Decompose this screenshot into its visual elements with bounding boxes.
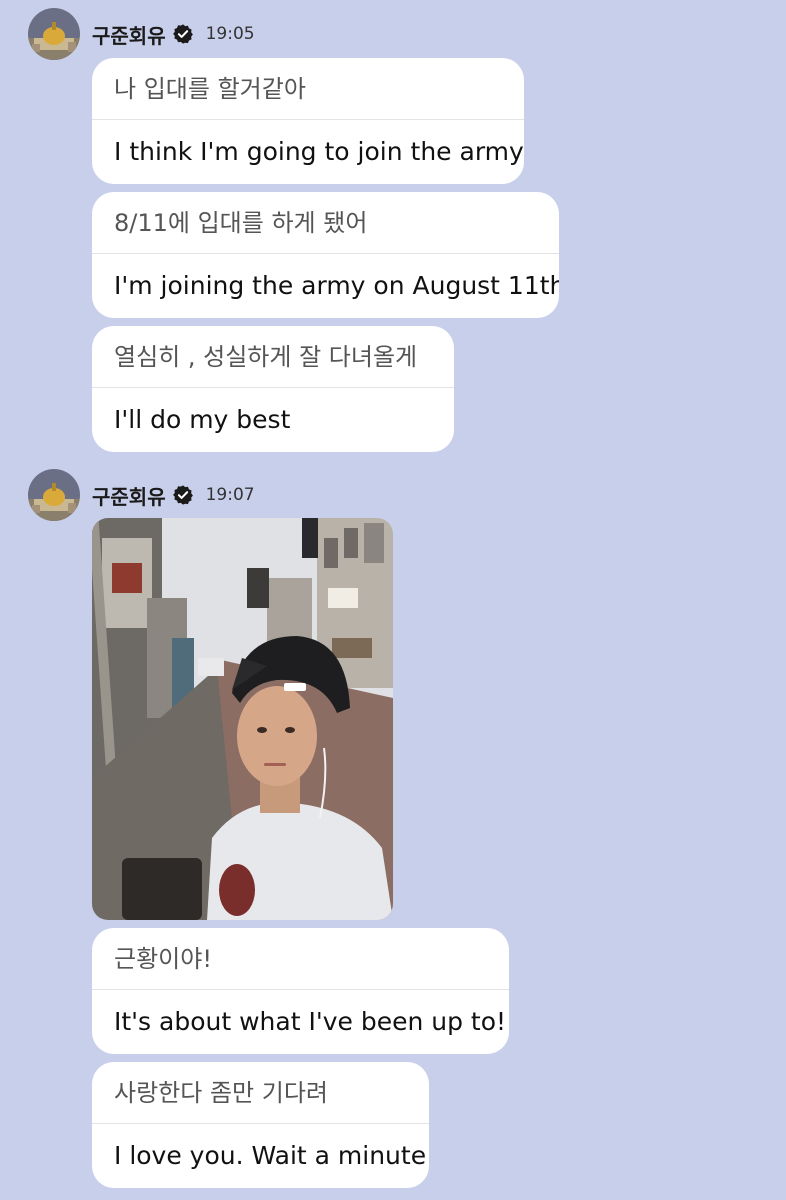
message-header: 구준회유 19:05 [28,6,255,62]
message-bubble[interactable]: 사랑한다 좀만 기다려 I love you. Wait a minute [92,1062,429,1188]
message-time: 19:05 [205,24,255,44]
message-bubble[interactable]: 나 입대를 할거같아 I think I'm going to join the… [92,58,524,184]
message-photo[interactable] [92,518,393,920]
verified-badge-icon [172,485,193,505]
avatar[interactable] [28,8,80,60]
sender-name[interactable]: 구준회유 [92,20,166,49]
korean-text: 열심히 , 성실하게 잘 다녀올게 [92,326,454,388]
korean-text: 사랑한다 좀만 기다려 [92,1062,429,1124]
korean-text: 나 입대를 할거같아 [92,58,524,120]
translation-text: I'm joining the army on August 11th [114,271,559,300]
korean-text: 근황이야! [92,928,509,990]
message-time: 19:07 [205,485,255,505]
korean-text: 8/11에 입대를 하게 됐어 [92,192,559,254]
translation-text: I'll do my best [114,405,291,434]
verified-badge-icon [172,24,193,44]
message-header: 구준회유 19:07 [28,467,255,523]
avatar[interactable] [28,469,80,521]
translation-text: It's about what I've been up to! [114,1007,507,1036]
message-bubble[interactable]: 근황이야! It's about what I've been up to! [92,928,509,1054]
translation-text: I love you. Wait a minute [114,1141,427,1170]
translation-text: I think I'm going to join the army [114,137,524,166]
message-bubble[interactable]: 열심히 , 성실하게 잘 다녀올게 I'll do my best [92,326,454,452]
street-selfie-image [92,518,393,920]
message-bubble[interactable]: 8/11에 입대를 하게 됐어 I'm joining the army on … [92,192,559,318]
sender-name[interactable]: 구준회유 [92,481,166,510]
